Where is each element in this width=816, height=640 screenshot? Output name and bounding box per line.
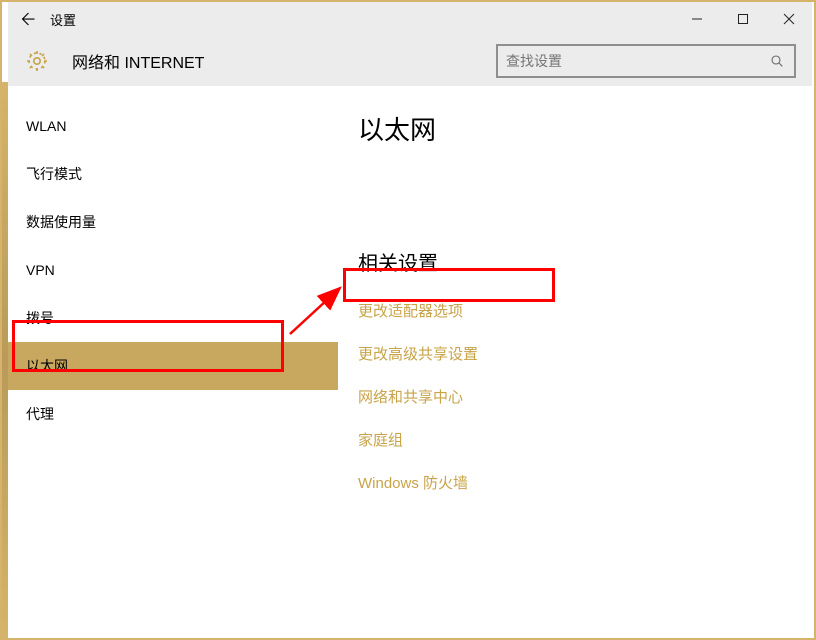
search-box[interactable] — [496, 44, 796, 78]
sidebar-item-ethernet[interactable]: 以太网 — [8, 342, 338, 390]
body: WLAN 飞行模式 数据使用量 VPN 拨号 以太网 代理 以太网 相关设置 更… — [8, 86, 812, 638]
window-title: 设置 — [50, 10, 76, 29]
minimize-button[interactable] — [674, 2, 720, 36]
sidebar-item-wlan[interactable]: WLAN — [8, 102, 338, 150]
link-advanced-sharing[interactable]: 更改高级共享设置 — [358, 343, 792, 364]
sidebar-item-label: 拨号 — [26, 308, 54, 328]
sidebar-item-proxy[interactable]: 代理 — [8, 390, 338, 438]
sidebar-item-label: 以太网 — [26, 356, 68, 376]
category-title: 网络和 INTERNET — [72, 49, 204, 73]
link-homegroup[interactable]: 家庭组 — [358, 429, 792, 450]
maximize-icon — [737, 13, 749, 25]
sidebar-item-label: WLAN — [26, 118, 66, 134]
back-arrow-icon — [18, 10, 36, 28]
search-input[interactable] — [498, 53, 760, 69]
sidebar-item-datausage[interactable]: 数据使用量 — [8, 198, 338, 246]
back-button[interactable] — [8, 2, 46, 36]
link-network-sharing-center[interactable]: 网络和共享中心 — [358, 386, 792, 407]
sidebar-item-airplane[interactable]: 飞行模式 — [8, 150, 338, 198]
sidebar-item-dialup[interactable]: 拨号 — [8, 294, 338, 342]
settings-window: 设置 网络和 INTERNET — [8, 2, 812, 638]
main-content: 以太网 相关设置 更改适配器选项 更改高级共享设置 网络和共享中心 家庭组 Wi… — [338, 86, 812, 638]
related-settings-heading: 相关设置 — [358, 247, 792, 276]
search-icon — [760, 53, 794, 69]
close-icon — [783, 13, 795, 25]
minimize-icon — [691, 13, 703, 25]
close-button[interactable] — [766, 2, 812, 36]
page-title: 以太网 — [358, 110, 792, 147]
link-windows-firewall[interactable]: Windows 防火墙 — [358, 472, 792, 493]
window-controls — [674, 2, 812, 36]
header: 网络和 INTERNET — [8, 36, 812, 86]
sidebar: WLAN 飞行模式 数据使用量 VPN 拨号 以太网 代理 — [8, 86, 338, 638]
link-change-adapter-options[interactable]: 更改适配器选项 — [358, 300, 792, 321]
sidebar-item-label: 数据使用量 — [26, 212, 96, 232]
titlebar: 设置 — [8, 2, 812, 36]
sidebar-item-label: 代理 — [26, 404, 54, 424]
sidebar-item-vpn[interactable]: VPN — [8, 246, 338, 294]
maximize-button[interactable] — [720, 2, 766, 36]
sidebar-item-label: 飞行模式 — [26, 164, 82, 184]
sidebar-item-label: VPN — [26, 262, 55, 278]
gear-icon — [22, 46, 52, 76]
